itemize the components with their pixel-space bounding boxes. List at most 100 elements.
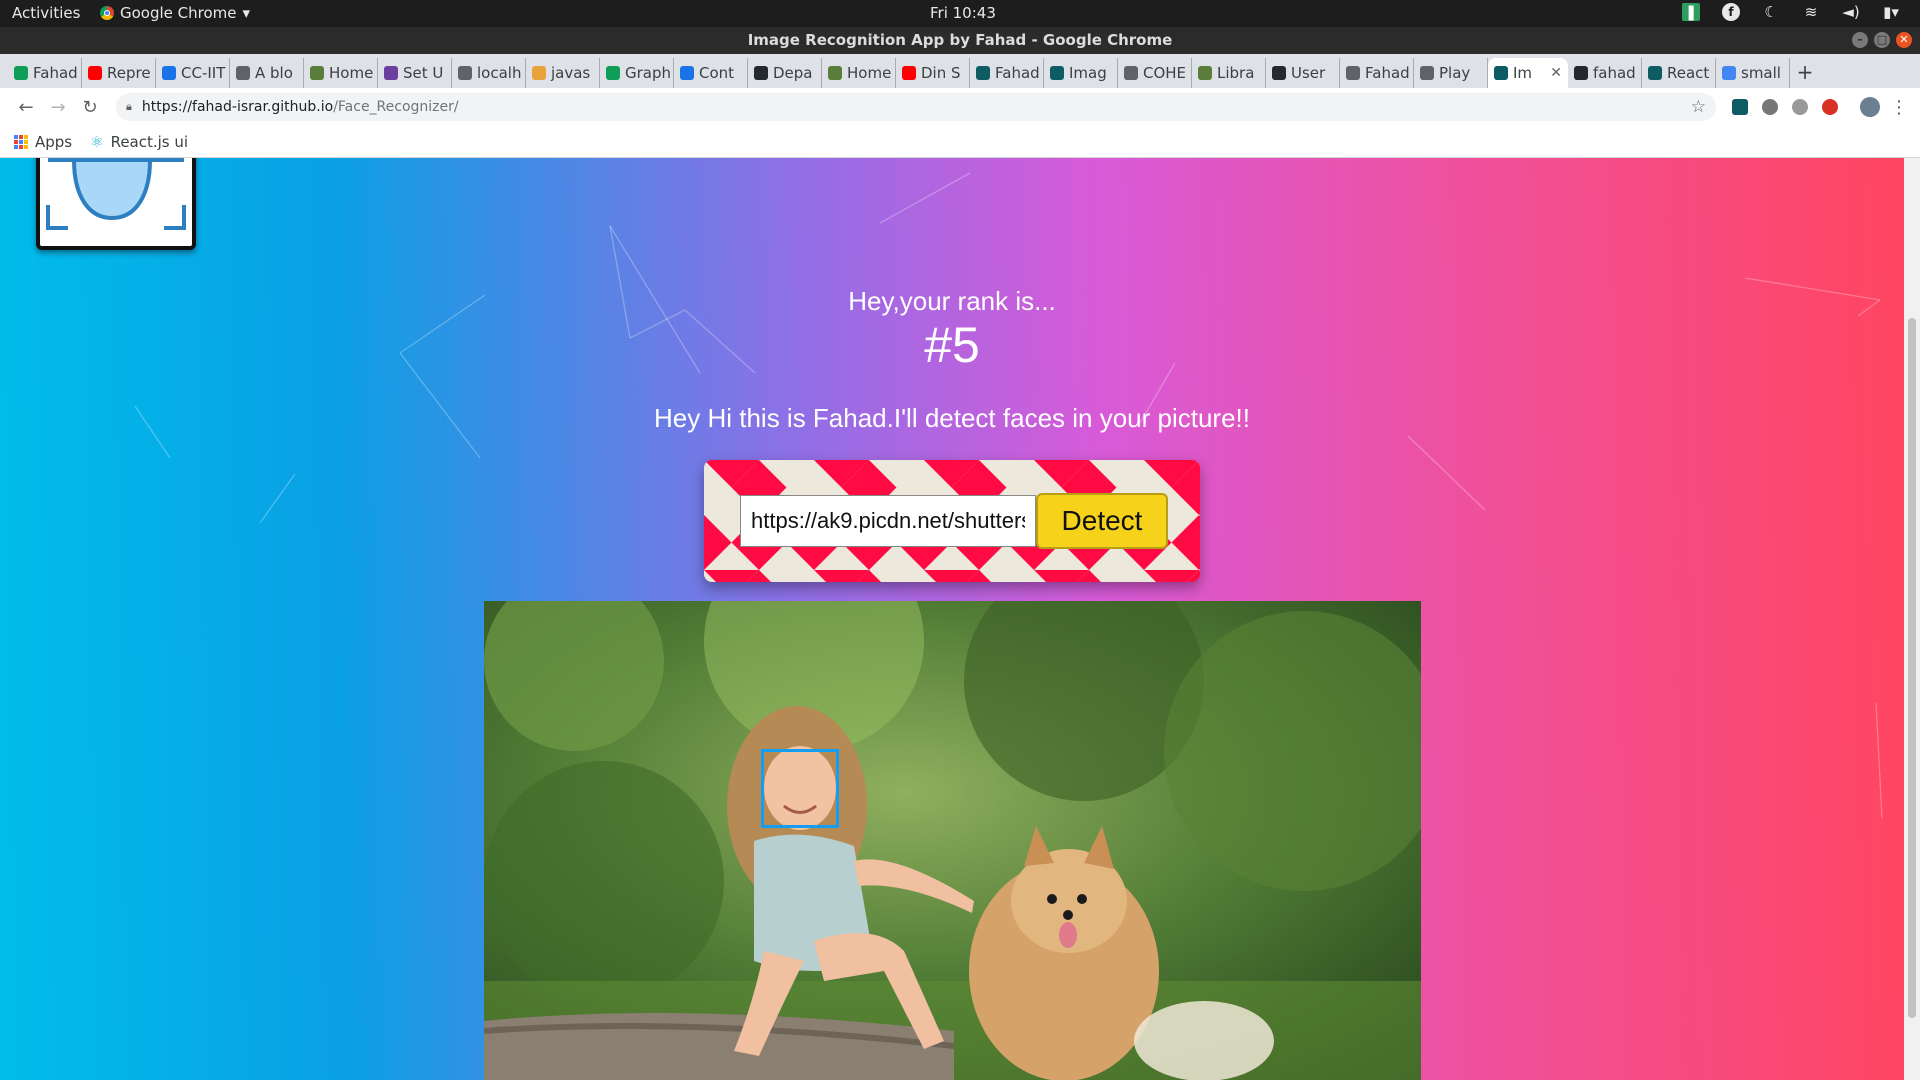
tab-label: Fahad	[1365, 64, 1410, 82]
tab[interactable]: COHE	[1118, 58, 1192, 88]
tab-label: CC-IIT	[181, 64, 226, 82]
tab[interactable]: Repre	[82, 58, 156, 88]
tab[interactable]: Fahad	[8, 58, 82, 88]
tab[interactable]: Play	[1414, 58, 1488, 88]
tab[interactable]: Depa	[748, 58, 822, 88]
rank-label: Hey,your rank is...	[848, 286, 1056, 316]
app-logo[interactable]	[36, 158, 196, 250]
adblock-extension-icon[interactable]	[1822, 99, 1838, 115]
caret-down-icon: ▾	[242, 4, 251, 22]
extension-icon[interactable]	[1762, 99, 1778, 115]
os-top-bar: Activities Google Chrome ▾ Fri 10:43 ❚ f…	[0, 0, 1920, 27]
globe-icon	[458, 66, 472, 80]
tab[interactable]: fahad	[1568, 58, 1642, 88]
tab-label: Im	[1513, 64, 1533, 82]
face-recognition-logo-icon	[46, 158, 186, 230]
wifi-icon[interactable]: ≋	[1802, 3, 1820, 21]
tab[interactable]: localh	[452, 58, 526, 88]
flame-icon	[532, 66, 546, 80]
youtube-icon	[88, 66, 102, 80]
tab[interactable]: Fahad	[970, 58, 1044, 88]
bookmark-apps[interactable]: Apps	[14, 133, 72, 151]
tab-label: Graph	[625, 64, 672, 82]
tab-label: Imag	[1069, 64, 1107, 82]
lock-icon[interactable]: 🔒︎	[126, 100, 132, 114]
system-tray: ❚ f ☾ ≋ ◄) ▮▾	[1682, 3, 1900, 21]
graph-icon	[606, 66, 620, 80]
close-tab-icon[interactable]: ✕	[1550, 65, 1562, 81]
shield-icon	[1198, 66, 1212, 80]
extension-icon[interactable]	[1792, 99, 1808, 115]
detect-button[interactable]: Detect	[1036, 493, 1168, 549]
app-menu[interactable]: Google Chrome ▾	[100, 4, 250, 22]
window-title: Image Recognition App by Fahad - Google …	[747, 31, 1173, 49]
profile-avatar[interactable]	[1860, 97, 1880, 117]
tagline: Hey Hi this is Fahad.I'll detect faces i…	[654, 403, 1250, 433]
tab[interactable]: Imag	[1044, 58, 1118, 88]
tab-label: Cont	[699, 64, 735, 82]
browser-toolbar: ← → ↻ 🔒︎ https://fahad-israr.github.io /…	[0, 88, 1920, 126]
bookmark-apps-label: Apps	[35, 132, 73, 151]
new-tab-button[interactable]: +	[1790, 58, 1820, 88]
tab[interactable]: User	[1266, 58, 1340, 88]
tab[interactable]: small	[1716, 58, 1790, 88]
apps-grid-icon	[14, 134, 28, 149]
forward-arrow-icon[interactable]: →	[42, 97, 74, 118]
plus-icon	[14, 66, 28, 80]
url-path: /Face_Recognizer/	[333, 99, 459, 115]
kebab-menu-icon[interactable]: ⋮	[1890, 97, 1908, 118]
f-indicator-icon[interactable]: f	[1722, 3, 1740, 21]
building-icon	[162, 66, 176, 80]
app-icon	[1494, 66, 1508, 80]
tab[interactable]: CC-IIT	[156, 58, 230, 88]
close-window-button[interactable]: ✕	[1896, 32, 1912, 48]
react-devtools-extension-icon[interactable]	[1732, 99, 1748, 115]
night-light-icon[interactable]: ☾	[1762, 3, 1780, 21]
tab[interactable]: Graph	[600, 58, 674, 88]
edge-icon	[680, 66, 694, 80]
volume-icon[interactable]: ◄)	[1842, 3, 1860, 21]
image-url-input[interactable]	[740, 495, 1036, 547]
detection-result-image	[484, 601, 1421, 1080]
bookmark-react-ui[interactable]: ⚛ React.js ui	[90, 133, 188, 151]
tab-label: Set U	[403, 64, 444, 82]
app-icon	[976, 66, 990, 80]
youtube-icon	[902, 66, 916, 80]
tab[interactable]: Home	[304, 58, 378, 88]
reload-icon[interactable]: ↻	[74, 97, 106, 118]
activities-button[interactable]: Activities	[12, 4, 80, 22]
address-bar[interactable]: 🔒︎ https://fahad-israr.github.io /Face_R…	[116, 93, 1716, 121]
minimize-button[interactable]: –	[1852, 32, 1868, 48]
tab-label: Din S	[921, 64, 961, 82]
page-scrollbar[interactable]	[1904, 158, 1920, 1080]
back-arrow-icon[interactable]: ←	[10, 97, 42, 118]
tab[interactable]: React	[1642, 58, 1716, 88]
window-title-bar: Image Recognition App by Fahad - Google …	[0, 27, 1920, 54]
tab-label: localh	[477, 64, 522, 82]
tab-active[interactable]: Im ✕	[1488, 58, 1568, 88]
globe-icon	[236, 66, 250, 80]
google-icon	[1722, 66, 1736, 80]
tab[interactable]: Din S	[896, 58, 970, 88]
clock[interactable]: Fri 10:43	[930, 4, 996, 22]
tab-label: javas	[551, 64, 591, 82]
bookmark-star-icon[interactable]: ☆	[1691, 97, 1706, 117]
tab-label: React	[1667, 64, 1710, 82]
tab[interactable]: Fahad	[1340, 58, 1414, 88]
tab[interactable]: Libra	[1192, 58, 1266, 88]
battery-icon[interactable]: ▮▾	[1882, 3, 1900, 21]
tab[interactable]: Cont	[674, 58, 748, 88]
tab[interactable]: Set U	[378, 58, 452, 88]
scrollbar-thumb[interactable]	[1908, 318, 1916, 1018]
react-logo-icon: ⚛	[90, 132, 104, 151]
bookmark-react-label: React.js ui	[110, 132, 189, 151]
tab[interactable]: javas	[526, 58, 600, 88]
tab-label: fahad	[1593, 64, 1636, 82]
tab[interactable]: Home	[822, 58, 896, 88]
page-viewport: Hey,your rank is... #5 Hey Hi this is Fa…	[0, 158, 1904, 1080]
maximize-button[interactable]: □	[1874, 32, 1890, 48]
extensions-area	[1732, 97, 1880, 117]
tab[interactable]: A blo	[230, 58, 304, 88]
app-indicator-icon[interactable]: ❚	[1682, 3, 1700, 21]
github-icon	[754, 66, 768, 80]
